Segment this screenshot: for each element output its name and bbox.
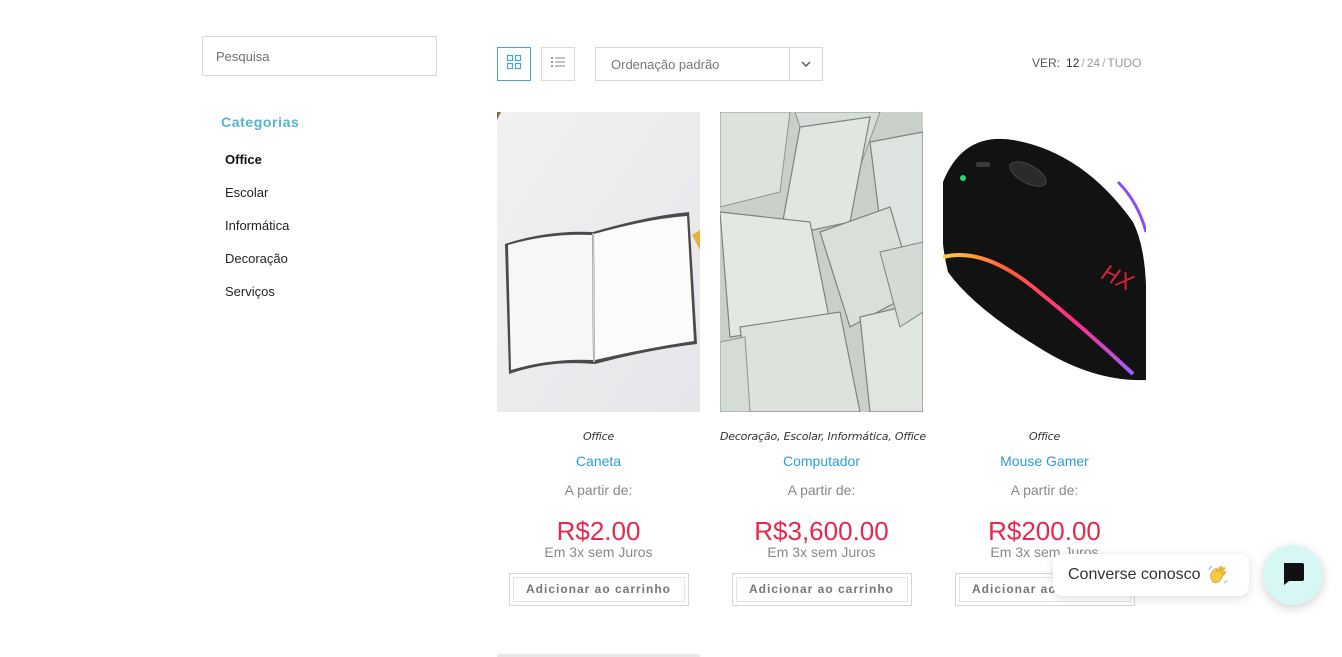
- chat-prompt-bubble[interactable]: Converse conosco: [1053, 554, 1249, 596]
- per-page-option-12[interactable]: 12: [1066, 56, 1079, 70]
- price-prefix: A partir de:: [1010, 482, 1079, 498]
- product-image-paper-sheets[interactable]: [720, 112, 923, 412]
- category-servicos[interactable]: Serviços: [225, 283, 289, 316]
- product-image-gaming-mouse[interactable]: HX: [943, 112, 1146, 412]
- product-image-notebook[interactable]: [497, 112, 700, 412]
- category-escolar[interactable]: Escolar: [225, 184, 289, 217]
- per-page-separator: /: [1102, 56, 1106, 70]
- price-prefix: A partir de:: [787, 482, 856, 498]
- category-informatica[interactable]: Informática: [225, 217, 289, 250]
- per-page-option-all[interactable]: TUDO: [1107, 56, 1141, 70]
- product-card: Decoração, Escolar, Informática, Office …: [720, 112, 926, 606]
- price-prefix: A partir de:: [564, 482, 633, 498]
- per-page-option-24[interactable]: 24: [1087, 56, 1100, 70]
- category-office[interactable]: Office: [225, 151, 289, 184]
- sort-selected-value: Ordenação padrão: [611, 56, 720, 72]
- product-card: Office Caneta A partir de: R$2.00 Em 3x …: [497, 112, 700, 606]
- search-box[interactable]: [202, 36, 437, 76]
- add-to-cart-label: Adicionar ao carrinho: [735, 577, 908, 602]
- product-name-link[interactable]: Computador: [720, 453, 923, 471]
- search-input[interactable]: [203, 37, 436, 75]
- per-page-separator: /: [1081, 56, 1085, 70]
- list-view-icon: [550, 55, 566, 74]
- product-categories[interactable]: Office: [497, 430, 700, 446]
- per-page-label: VER:: [1032, 56, 1061, 70]
- product-name-link[interactable]: Mouse Gamer: [943, 453, 1146, 471]
- categories-title: Categorias: [221, 114, 300, 130]
- sort-select[interactable]: Ordenação padrão: [595, 47, 823, 81]
- chevron-down-icon: [789, 48, 822, 80]
- grid-view-icon: [506, 54, 522, 75]
- product-categories[interactable]: Decoração, Escolar, Informática, Office: [720, 430, 926, 446]
- per-page-selector: VER: 12/24/TUDO: [1032, 56, 1141, 70]
- category-decoracao[interactable]: Decoração: [225, 250, 289, 283]
- product-card: HX Office Mouse Gamer A partir de: R$200…: [943, 112, 1146, 606]
- category-list: Office Escolar Informática Decoração Ser…: [225, 151, 289, 316]
- grid-view-button[interactable]: [497, 47, 531, 81]
- chat-launcher-button[interactable]: [1263, 545, 1323, 605]
- add-to-cart-button[interactable]: Adicionar ao carrinho: [731, 573, 912, 606]
- add-to-cart-button[interactable]: Adicionar ao carrinho: [508, 573, 689, 606]
- installments-text: Em 3x sem Juros: [767, 544, 876, 560]
- chat-icon: [1280, 560, 1306, 591]
- installments-text: Em 3x sem Juros: [544, 544, 653, 560]
- list-view-button[interactable]: [541, 47, 575, 81]
- add-to-cart-label: Adicionar ao carrinho: [512, 577, 685, 602]
- waving-hand-icon: [1207, 564, 1229, 586]
- product-price: R$200.00: [988, 516, 1101, 546]
- chat-prompt-label: Converse conosco: [1068, 566, 1201, 583]
- product-categories[interactable]: Office: [943, 430, 1146, 446]
- product-name-link[interactable]: Caneta: [497, 453, 700, 471]
- product-price: R$3,600.00: [754, 516, 889, 546]
- product-price: R$2.00: [556, 516, 641, 546]
